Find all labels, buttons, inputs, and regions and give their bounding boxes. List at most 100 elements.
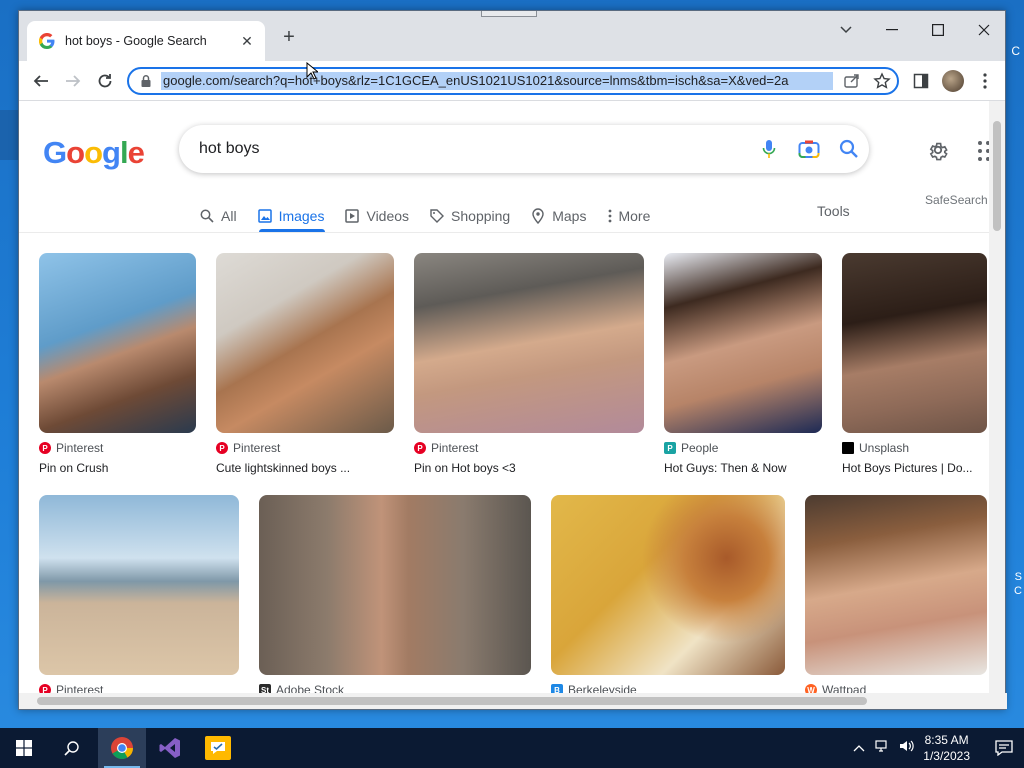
close-tab-icon[interactable]: ✕ xyxy=(239,33,255,50)
image-result[interactable]: P Pinterest xyxy=(39,495,239,695)
microphone-icon[interactable] xyxy=(749,129,789,169)
header-divider xyxy=(19,232,991,233)
result-thumbnail[interactable] xyxy=(805,495,987,675)
tab-images[interactable]: Images xyxy=(257,201,324,231)
result-source[interactable]: People xyxy=(681,441,718,455)
browser-window: hot boys - Google Search ✕ + google.com/… xyxy=(18,10,1007,710)
result-source[interactable]: Pinterest xyxy=(233,441,280,455)
image-result[interactable]: P People Hot Guys: Then & Now xyxy=(664,253,822,475)
back-arrow-icon[interactable] xyxy=(29,69,53,93)
tab-strip: hot boys - Google Search ✕ + xyxy=(19,11,1005,61)
tab-videos[interactable]: Videos xyxy=(344,201,409,231)
maximize-button[interactable] xyxy=(915,15,961,45)
chrome-taskbar-icon[interactable] xyxy=(98,728,146,768)
tab-title: hot boys - Google Search xyxy=(65,34,207,48)
result-caption[interactable]: Pin on Crush xyxy=(39,461,196,475)
url-text[interactable]: google.com/search?q=hot+boys&rlz=1C1GCEA… xyxy=(161,72,833,90)
close-window-button[interactable] xyxy=(961,15,1007,45)
tag-icon xyxy=(429,208,445,224)
new-tab-button[interactable]: + xyxy=(277,25,301,49)
result-thumbnail[interactable] xyxy=(414,253,644,433)
search-icon xyxy=(199,208,215,224)
camera-lens-icon[interactable] xyxy=(789,129,829,169)
pinterest-icon: P xyxy=(414,442,426,454)
result-thumbnail[interactable] xyxy=(216,253,394,433)
result-thumbnail[interactable] xyxy=(39,495,239,675)
result-thumbnail[interactable] xyxy=(664,253,822,433)
result-thumbnail[interactable] xyxy=(551,495,785,675)
reload-icon[interactable] xyxy=(93,69,117,93)
lock-icon[interactable] xyxy=(139,74,153,88)
tab-label: Shopping xyxy=(451,208,511,224)
visual-studio-icon[interactable] xyxy=(146,728,194,768)
taskbar-clock[interactable]: 8:35 AM 1/3/2023 xyxy=(923,732,970,764)
result-caption[interactable]: Hot Guys: Then & Now xyxy=(664,461,822,475)
clock-date: 1/3/2023 xyxy=(923,749,970,763)
pinterest-icon: P xyxy=(216,442,228,454)
clock-time: 8:35 AM xyxy=(924,733,969,747)
browser-toolbar: google.com/search?q=hot+boys&rlz=1C1GCEA… xyxy=(19,61,1005,101)
chrome-menu-icon[interactable] xyxy=(973,69,997,93)
notification-center-icon[interactable] xyxy=(984,728,1024,768)
tab-all[interactable]: All xyxy=(199,201,237,231)
result-thumbnail[interactable] xyxy=(39,253,196,433)
tab-label: Videos xyxy=(366,208,410,224)
image-result[interactable]: P Pinterest Cute lightskinned boys ... xyxy=(216,253,394,475)
windows-start-icon[interactable] xyxy=(0,728,48,768)
desktop-edge-text: C xyxy=(1011,44,1020,58)
image-icon xyxy=(257,208,273,224)
window-drag-handle[interactable] xyxy=(481,11,537,17)
settings-gear-icon[interactable] xyxy=(923,135,953,165)
tab-label: More xyxy=(618,208,651,224)
tools-button[interactable]: Tools xyxy=(817,203,850,219)
result-source[interactable]: Unsplash xyxy=(859,441,909,455)
tab-more[interactable]: More xyxy=(606,201,650,231)
tab-label: All xyxy=(221,208,237,224)
desktop-edge-left xyxy=(0,110,18,160)
image-result[interactable]: Unsplash Hot Boys Pictures | Do... xyxy=(842,253,987,475)
side-panel-icon[interactable] xyxy=(909,69,933,93)
page-content: Google hot boys All Images Videos Shoppi… xyxy=(19,101,991,695)
result-thumbnail[interactable] xyxy=(259,495,531,675)
horizontal-scrollbar[interactable] xyxy=(19,693,1007,709)
result-caption[interactable]: Cute lightskinned boys ... xyxy=(216,461,394,475)
image-result[interactable]: B Berkeleyside xyxy=(551,495,785,695)
profile-avatar[interactable] xyxy=(941,69,965,93)
system-tray: 8:35 AM 1/3/2023 xyxy=(853,728,1024,768)
safesearch-button[interactable]: SafeSearch xyxy=(925,193,988,207)
tab-maps[interactable]: Maps xyxy=(530,201,586,231)
tab-shopping[interactable]: Shopping xyxy=(429,201,510,231)
pinterest-icon: P xyxy=(39,442,51,454)
image-result[interactable]: W Wattpad xyxy=(805,495,987,695)
volume-icon[interactable] xyxy=(899,739,915,758)
pin-icon xyxy=(530,208,546,224)
search-type-tabs: All Images Videos Shopping Maps More xyxy=(199,201,670,231)
tab-label: Maps xyxy=(552,208,587,224)
result-thumbnail[interactable] xyxy=(842,253,987,433)
search-query[interactable]: hot boys xyxy=(199,140,749,158)
tab-search-chevron-icon[interactable] xyxy=(823,15,869,45)
chevron-up-icon[interactable] xyxy=(853,739,865,757)
video-icon xyxy=(344,208,360,224)
image-result[interactable]: St Adobe Stock xyxy=(259,495,531,695)
more-vert-icon xyxy=(606,208,614,224)
result-source[interactable]: Pinterest xyxy=(56,441,103,455)
image-result[interactable]: P Pinterest Pin on Crush xyxy=(39,253,196,475)
google-logo[interactable]: Google xyxy=(43,135,145,171)
result-caption[interactable]: Hot Boys Pictures | Do... xyxy=(842,461,987,475)
search-icon[interactable] xyxy=(829,129,869,169)
search-box[interactable]: hot boys xyxy=(179,125,869,173)
browser-tab-active[interactable]: hot boys - Google Search ✕ xyxy=(27,21,265,61)
address-bar[interactable]: google.com/search?q=hot+boys&rlz=1C1GCEA… xyxy=(127,67,899,95)
network-icon[interactable] xyxy=(875,739,891,758)
result-source[interactable]: Pinterest xyxy=(431,441,478,455)
search-icon[interactable] xyxy=(48,728,96,768)
feedback-app-icon[interactable] xyxy=(194,728,242,768)
image-result[interactable]: P Pinterest Pin on Hot boys <3 xyxy=(414,253,644,475)
forward-arrow-icon[interactable] xyxy=(61,69,85,93)
vertical-scrollbar[interactable] xyxy=(989,101,1005,695)
minimize-button[interactable] xyxy=(869,15,915,45)
share-icon[interactable] xyxy=(843,72,861,95)
result-caption[interactable]: Pin on Hot boys <3 xyxy=(414,461,644,475)
bookmark-star-icon[interactable] xyxy=(873,72,891,95)
